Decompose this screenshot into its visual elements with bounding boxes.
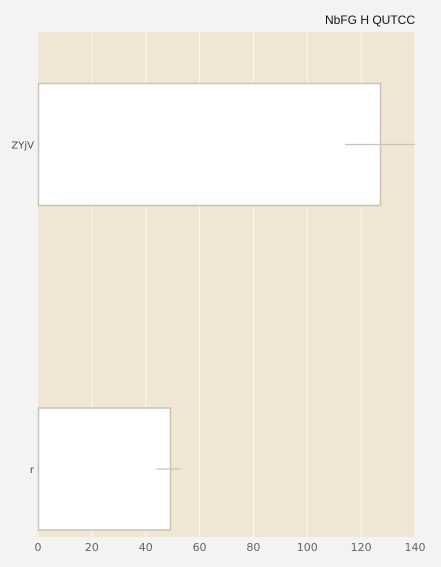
bar-ZYjV xyxy=(37,82,382,207)
chart-container: ZYjV r 0 20 40 60 80 100 120 140 NbFG H QUTCC xyxy=(0,0,441,567)
category-labels: ZYjV r xyxy=(11,141,34,477)
x-tick-label: 140 xyxy=(405,541,426,554)
category-label: ZYjV xyxy=(11,141,34,152)
x-tick-label: 80 xyxy=(246,541,260,554)
x-tick-label: 120 xyxy=(351,541,372,554)
x-axis-ticks: 0 20 40 60 80 100 120 140 xyxy=(35,541,426,554)
bar-chart: ZYjV r 0 20 40 60 80 100 120 140 NbFG H QUTCC xyxy=(11,13,426,554)
x-tick-label: 100 xyxy=(297,541,318,554)
x-tick-label: 0 xyxy=(35,541,42,554)
chart-title: NbFG H QUTCC xyxy=(325,13,415,27)
x-tick-label: 60 xyxy=(193,541,207,554)
bar-r xyxy=(37,407,172,531)
x-tick-label: 40 xyxy=(139,541,153,554)
category-label: r xyxy=(30,465,35,476)
x-tick-label: 20 xyxy=(85,541,99,554)
